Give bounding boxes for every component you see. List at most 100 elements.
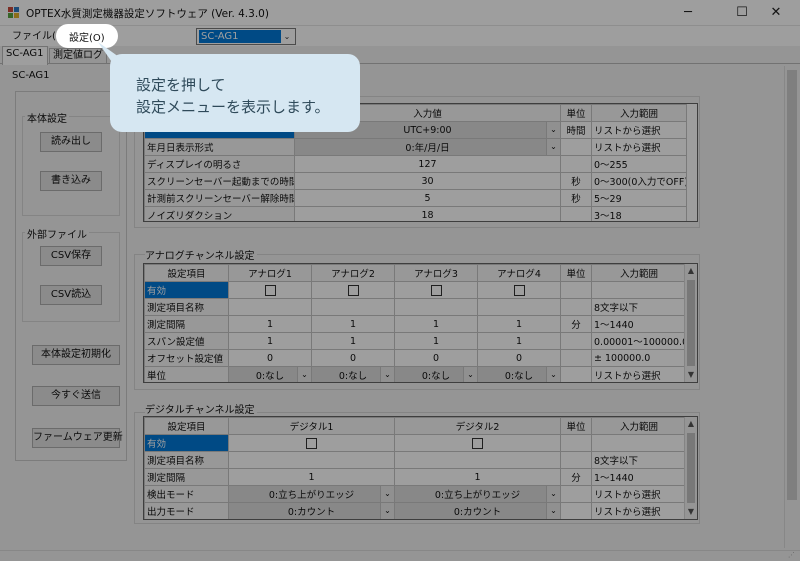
analog4-name-cell[interactable] [477, 298, 561, 316]
digital1-output-select[interactable]: 0:カウント ⌄ [228, 502, 395, 519]
tab-sc-ag1[interactable]: SC-AG1 [2, 46, 48, 65]
checkbox-cell [477, 281, 561, 299]
sidebar-panel: 本体設定 読み出し 書き込み 外部ファイル CSV保存 CSV読込 本体設定初期… [15, 91, 127, 461]
analog2-name-cell[interactable] [311, 298, 395, 316]
column-header: 設定項目 [144, 417, 229, 435]
chevron-down-icon: ⌄ [463, 367, 477, 382]
table-row: 有効 [144, 434, 687, 452]
resize-grip-icon[interactable]: ⋰ [788, 551, 797, 560]
unit-cell: 秒 [560, 172, 592, 190]
read-button[interactable]: 読み出し [40, 132, 102, 152]
scroll-thumb[interactable] [687, 433, 695, 503]
scroll-down-icon[interactable]: ▼ [685, 368, 697, 382]
analog-scrollbar[interactable]: ▲ ▼ [684, 264, 697, 382]
table-row: スパン設定値 1 1 1 1 0.00001～100000.0 [144, 332, 687, 350]
page-scroll-thumb[interactable] [787, 70, 797, 500]
digital-scrollbar[interactable]: ▲ ▼ [684, 417, 697, 519]
tutorial-callout: 設定を押して 設定メニューを表示します。 [110, 54, 360, 132]
column-header: デジタル2 [394, 417, 561, 435]
value-cell[interactable]: 0 [228, 349, 312, 367]
table-row: 検出モード 0:立ち上がりエッジ ⌄ 0:立ち上がりエッジ ⌄ リストから選択 [144, 485, 687, 503]
send-now-button[interactable]: 今すぐ送信 [32, 386, 120, 406]
range-cell: リストから選択 [591, 121, 687, 139]
table-row: ノイズリダクション 18 3～18 [144, 206, 687, 221]
unit-cell [560, 485, 592, 503]
minimize-button[interactable]: ─ [666, 0, 710, 26]
row-label[interactable]: 有効 [144, 281, 229, 299]
range-cell: 0～255 [591, 155, 687, 173]
range-cell: 8文字以下 [591, 298, 687, 316]
analog-section-title: アナログチャンネル設定 [145, 247, 257, 262]
analog3-unit-select[interactable]: 0:なし ⌄ [394, 366, 478, 382]
value-cell[interactable]: 127 [294, 155, 561, 173]
chevron-down-icon: ⌄ [546, 122, 560, 138]
digital1-detect-select[interactable]: 0:立ち上がりエッジ ⌄ [228, 485, 395, 503]
date-format-select[interactable]: 0:年/月/日 ⌄ [294, 138, 561, 156]
column-header: 単位 [560, 264, 592, 282]
value-cell[interactable]: 0 [477, 349, 561, 367]
value-cell[interactable]: 1 [394, 315, 478, 333]
chevron-down-icon: ⌄ [380, 367, 394, 382]
callout-line-2: 設定メニューを表示します。 [136, 98, 330, 116]
firmware-update-button[interactable]: ファームウェア更新 [32, 428, 123, 448]
select-value: 0:なし [421, 371, 451, 382]
digital1-enabled-checkbox[interactable] [306, 437, 317, 449]
value-cell[interactable]: 1 [228, 315, 312, 333]
value-cell[interactable]: 30 [294, 172, 561, 190]
analog4-enabled-checkbox[interactable] [513, 284, 525, 296]
page-scrollbar[interactable] [784, 66, 798, 548]
row-label[interactable]: 有効 [144, 434, 229, 452]
scroll-up-icon[interactable]: ▲ [685, 417, 697, 431]
checkbox-cell [228, 281, 312, 299]
analog3-enabled-checkbox[interactable] [430, 284, 442, 296]
value-cell[interactable]: 1 [311, 315, 395, 333]
write-button[interactable]: 書き込み [40, 171, 102, 191]
digital-section-title: デジタルチャンネル設定 [145, 401, 257, 416]
digital2-name-cell[interactable] [394, 451, 561, 469]
close-button[interactable]: ✕ [754, 0, 798, 26]
digital2-enabled-checkbox[interactable] [472, 437, 483, 449]
scroll-thumb[interactable] [687, 280, 695, 366]
value-cell[interactable]: 1 [394, 332, 478, 350]
value-cell[interactable]: 18 [294, 206, 561, 221]
scroll-up-icon[interactable]: ▲ [685, 264, 697, 278]
digital2-output-select[interactable]: 0:カウント ⌄ [394, 502, 561, 519]
chevron-down-icon: ⌄ [546, 486, 560, 502]
scroll-down-icon[interactable]: ▼ [685, 505, 697, 519]
analog3-name-cell[interactable] [394, 298, 478, 316]
checkbox-cell [311, 281, 395, 299]
analog2-unit-select[interactable]: 0:なし ⌄ [311, 366, 395, 382]
row-label: オフセット設定値 [144, 349, 229, 367]
row-label: 測定間隔 [144, 468, 229, 486]
analog2-enabled-checkbox[interactable] [347, 284, 359, 296]
device-select[interactable]: SC-AG1 ⌄ [196, 28, 296, 45]
value-cell[interactable]: 1 [477, 332, 561, 350]
analog1-unit-select[interactable]: 0:なし ⌄ [228, 366, 312, 382]
value-cell[interactable]: 0 [311, 349, 395, 367]
range-cell: 0～300(0入力でOFF) [591, 172, 687, 190]
digital1-name-cell[interactable] [228, 451, 395, 469]
value-cell[interactable]: 1 [228, 332, 312, 350]
value-cell[interactable]: 5 [294, 189, 561, 207]
analog-channel-grid: 設定項目 アナログ1 アナログ2 アナログ3 アナログ4 単位 入力範囲 有効 … [143, 263, 698, 383]
value-cell[interactable]: 1 [311, 332, 395, 350]
csv-load-button[interactable]: CSV読込 [40, 285, 102, 305]
value-cell[interactable]: 0 [394, 349, 478, 367]
analog4-unit-select[interactable]: 0:なし ⌄ [477, 366, 561, 382]
digital2-detect-select[interactable]: 0:立ち上がりエッジ ⌄ [394, 485, 561, 503]
checkbox-cell [394, 434, 561, 452]
column-header: 入力範囲 [591, 264, 687, 282]
value-cell[interactable]: 1 [394, 468, 561, 486]
row-label: 測定項目名称 [144, 298, 229, 316]
value-cell[interactable]: 1 [477, 315, 561, 333]
reset-settings-button[interactable]: 本体設定初期化 [32, 345, 120, 365]
table-row: 測定項目名称 8文字以下 [144, 298, 687, 316]
analog1-name-cell[interactable] [228, 298, 312, 316]
unit-cell [560, 155, 592, 173]
csv-save-button[interactable]: CSV保存 [40, 246, 102, 266]
value-cell[interactable]: 1 [228, 468, 395, 486]
device-select-value: SC-AG1 [199, 30, 281, 43]
chevron-down-icon: ⌄ [283, 32, 291, 41]
checkbox-cell [394, 281, 478, 299]
analog1-enabled-checkbox[interactable] [264, 284, 276, 296]
